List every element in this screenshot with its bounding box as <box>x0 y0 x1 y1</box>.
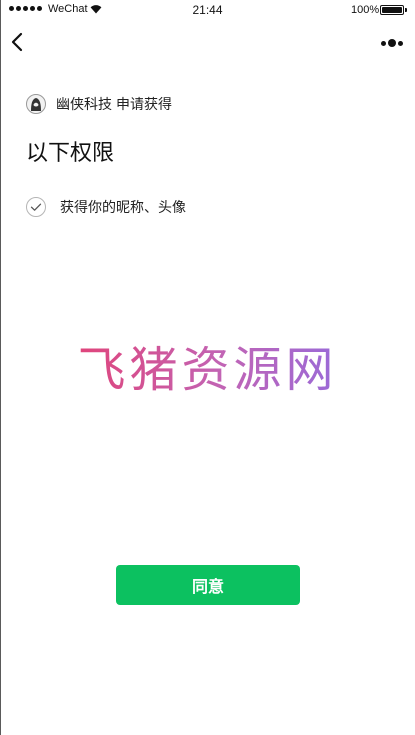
permission-item[interactable]: 获得你的昵称、头像 <box>26 196 186 218</box>
nav-bar <box>0 22 415 66</box>
app-name: 幽侠科技 <box>56 97 112 113</box>
permission-checkbox[interactable] <box>26 197 46 217</box>
battery-percent: 100% <box>351 4 380 16</box>
agree-button[interactable]: 同意 <box>116 565 300 605</box>
app-request-row: 幽侠科技 申请获得 <box>26 93 172 115</box>
chevron-left-icon <box>11 32 23 52</box>
request-text: 申请获得 <box>116 97 172 113</box>
more-button[interactable] <box>377 34 407 52</box>
status-bar: WeChat 21:44 100% <box>0 0 415 22</box>
page-title: 以下权限 <box>26 141 115 166</box>
battery-tip <box>405 8 407 12</box>
watermark-text: 飞猪资源网 <box>77 342 338 398</box>
app-avatar <box>26 94 46 114</box>
battery-icon <box>380 5 404 15</box>
permission-label: 获得你的昵称、头像 <box>60 200 186 216</box>
watermark: 飞猪资源网 <box>0 330 415 400</box>
app-logo-icon <box>31 98 41 111</box>
check-icon <box>30 203 42 211</box>
back-button[interactable] <box>6 28 36 58</box>
